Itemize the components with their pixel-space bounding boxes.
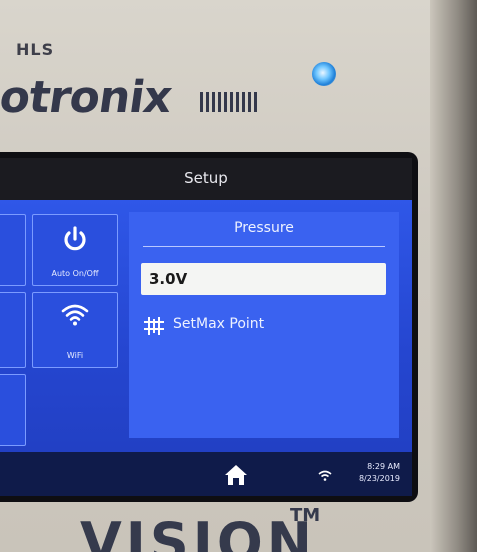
pressure-value-field[interactable]: 3.0V — [141, 263, 386, 295]
brand-top-text: HLS — [16, 40, 55, 59]
title-bar: Setup — [0, 158, 412, 200]
screen-title: Setup — [184, 169, 228, 187]
setmax-point-label: SetMax Point — [173, 316, 265, 332]
status-bar: 8:29 AM 8/23/2019 — [0, 452, 412, 496]
status-wifi-icon — [318, 470, 332, 481]
brand-logo-text: otronix — [0, 72, 175, 123]
status-led — [312, 62, 336, 86]
panel-divider — [143, 246, 385, 247]
tile-partial-3[interactable] — [0, 374, 26, 446]
auto-onoff-label: Auto On/Off — [51, 269, 99, 278]
pressure-panel: Pressure 3.0V SetMax Point — [129, 212, 399, 438]
tile-partial-1[interactable] — [0, 214, 26, 286]
wifi-icon — [61, 304, 89, 326]
housing-edge — [430, 0, 477, 552]
tile-partial-2[interactable] — [0, 292, 26, 368]
wifi-label: WiFi — [66, 351, 84, 360]
auto-onoff-button[interactable]: Auto On/Off — [32, 214, 118, 286]
status-time: 8:29 AM — [367, 462, 400, 471]
power-icon — [64, 226, 86, 251]
sliders-icon — [144, 317, 164, 335]
pressure-value: 3.0V — [149, 270, 188, 288]
status-date: 8/23/2019 — [358, 474, 400, 483]
pressure-title: Pressure — [234, 220, 294, 236]
trademark-mark: TM — [290, 505, 321, 526]
bottom-brand: VISION TM — [0, 505, 477, 552]
status-clock: 8:29 AM 8/23/2019 — [340, 461, 400, 485]
home-icon[interactable] — [224, 464, 248, 486]
brand-stripes-logo — [200, 92, 258, 112]
wifi-button[interactable]: WiFi — [32, 292, 118, 368]
bottom-brand-text: VISION — [80, 511, 316, 552]
